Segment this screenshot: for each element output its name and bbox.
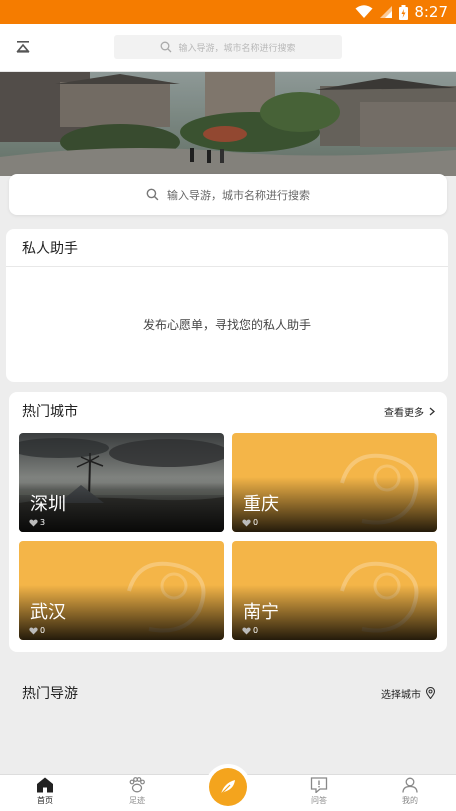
publish-button[interactable]	[209, 768, 247, 806]
tab-home[interactable]: 首页	[15, 777, 75, 811]
tab-label: 首页	[37, 796, 53, 805]
hot-cities-header: 热门城市 查看更多	[9, 392, 447, 430]
city-likes: 0	[242, 518, 258, 527]
hot-guides-title: 热门导游	[22, 686, 78, 702]
city-likes-count: 3	[40, 518, 46, 527]
search-icon	[161, 41, 172, 53]
assistant-message[interactable]: 发布心愿单，寻找您的私人助手	[6, 267, 448, 382]
assistant-section: 私人助手 发布心愿单，寻找您的私人助手	[6, 229, 448, 382]
qa-icon	[310, 777, 328, 793]
top-search-input[interactable]: 输入导游，城市名称进行搜索	[114, 35, 342, 59]
city-likes-count: 0	[253, 518, 259, 527]
signal-icon	[380, 6, 393, 18]
heart-icon	[242, 518, 251, 526]
view-more-link[interactable]: 查看更多	[384, 404, 435, 419]
tab-label: 足迹	[129, 796, 145, 805]
battery-icon	[399, 4, 409, 20]
hot-cities-section: 热门城市 查看更多 深圳 3 重庆 0 武汉 0 南宁 0	[9, 392, 447, 652]
city-name: 重庆	[243, 494, 279, 515]
select-city-label: 选择城市	[381, 689, 421, 701]
top-bar: 输入导游，城市名称进行搜索	[0, 24, 456, 72]
home-icon	[37, 777, 53, 793]
chevron-right-icon	[429, 407, 435, 415]
status-time: 8:27	[414, 3, 448, 21]
user-icon	[402, 777, 418, 793]
collapse-button[interactable]	[12, 36, 34, 58]
search-card-placeholder: 输入导游，城市名称进行搜索	[167, 188, 310, 202]
top-search-placeholder: 输入导游，城市名称进行搜索	[178, 43, 296, 54]
select-city-button[interactable]: 选择城市	[381, 686, 435, 701]
feather-icon	[219, 780, 235, 796]
city-card[interactable]: 武汉 0	[19, 541, 224, 640]
city-name: 深圳	[30, 494, 66, 515]
view-more-label: 查看更多	[384, 407, 424, 419]
tab-qa[interactable]: 问答	[289, 777, 349, 811]
city-likes-count: 0	[253, 626, 259, 635]
city-card[interactable]: 深圳 3	[19, 433, 224, 532]
location-pin-icon	[426, 687, 435, 699]
city-name: 武汉	[30, 602, 66, 623]
assistant-title: 私人助手	[6, 229, 448, 267]
city-likes: 3	[29, 518, 45, 527]
city-name: 南宁	[243, 602, 279, 623]
heart-icon	[242, 626, 251, 634]
hot-guides-header: 热门导游 选择城市	[9, 675, 447, 711]
heart-icon	[29, 626, 38, 634]
search-card[interactable]: 输入导游，城市名称进行搜索	[9, 174, 447, 215]
tab-label: 问答	[311, 796, 327, 805]
banner-image[interactable]	[0, 72, 456, 176]
search-icon	[146, 188, 159, 201]
tab-footprint[interactable]: 足迹	[107, 777, 167, 811]
city-card[interactable]: 南宁 0	[232, 541, 437, 640]
tab-label: 我的	[402, 796, 418, 805]
wifi-icon	[355, 5, 373, 18]
city-card[interactable]: 重庆 0	[232, 433, 437, 532]
city-likes-count: 0	[40, 626, 46, 635]
paw-icon	[129, 777, 145, 793]
assistant-message-text: 发布心愿单，寻找您的私人助手	[142, 318, 311, 332]
city-likes: 0	[29, 626, 45, 635]
status-bar: 8:27	[0, 0, 456, 24]
hot-cities-title: 热门城市	[22, 404, 78, 420]
tab-mine[interactable]: 我的	[380, 777, 440, 811]
city-likes: 0	[242, 626, 258, 635]
collapse-icon	[16, 41, 30, 53]
banner-photo	[0, 72, 456, 176]
heart-icon	[29, 518, 38, 526]
